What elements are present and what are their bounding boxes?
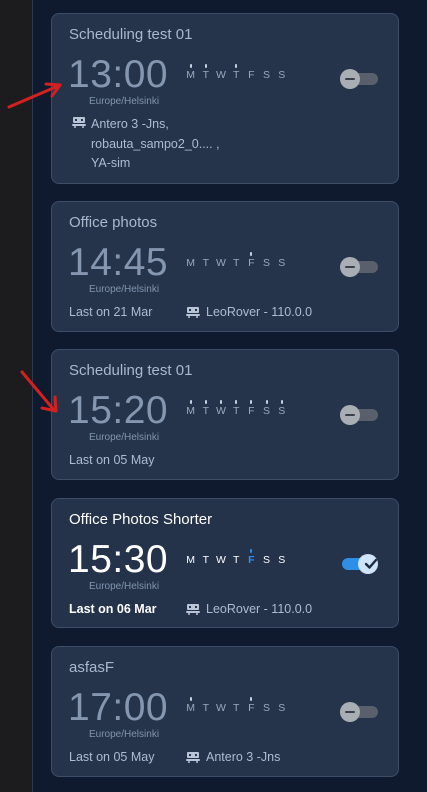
schedule-timezone: Europe/Helsinki <box>89 96 160 107</box>
robot-icon <box>186 603 200 615</box>
robot-label: LeoRover - 110.0.0 <box>186 305 312 319</box>
robot-label: Antero 3 -Jns <box>186 750 280 764</box>
weekday-selector: M T W T F S S <box>183 64 289 81</box>
schedule-title: Scheduling test 01 <box>69 26 193 43</box>
robot-icon <box>186 306 200 318</box>
day-mon[interactable]: M <box>183 697 198 714</box>
robot-name: Antero 3 -Jns, <box>91 117 169 131</box>
robot-name: Antero 3 -Jns <box>206 750 281 764</box>
schedule-card[interactable]: Scheduling test 01 15:20 Europe/Helsinki… <box>51 349 399 480</box>
schedule-time: 15:30 <box>68 538 169 581</box>
day-sat[interactable]: S <box>259 69 274 81</box>
day-sat[interactable]: S <box>259 257 274 269</box>
day-tue[interactable]: T <box>198 64 213 81</box>
day-sun[interactable]: S <box>274 400 289 417</box>
day-fri[interactable]: F <box>244 549 259 566</box>
day-sat[interactable]: S <box>259 554 274 566</box>
day-tue[interactable]: T <box>198 400 213 417</box>
schedule-time: 15:20 <box>68 389 169 432</box>
schedule-title: Office photos <box>69 214 158 231</box>
day-mon[interactable]: M <box>183 400 198 417</box>
schedule-time: 13:00 <box>68 53 169 96</box>
robot-name: LeoRover - 110.0.0 <box>206 305 313 319</box>
schedule-timezone: Europe/Helsinki <box>89 581 160 592</box>
schedule-enable-toggle[interactable] <box>340 405 380 425</box>
robot-label: LeoRover - 110.0.0 <box>186 602 312 616</box>
day-tue[interactable]: T <box>198 702 213 714</box>
weekday-selector: M T W T F S S <box>183 549 289 566</box>
day-sun[interactable]: S <box>274 69 289 81</box>
day-sat[interactable]: S <box>259 702 274 714</box>
schedule-card[interactable]: Office photos 14:45 Europe/Helsinki M T … <box>51 201 399 332</box>
schedule-enable-toggle[interactable] <box>340 257 380 277</box>
last-run-text: Last on 21 Mar <box>69 305 153 319</box>
day-mon[interactable]: M <box>183 64 198 81</box>
schedule-card[interactable]: Scheduling test 01 13:00 Europe/Helsinki… <box>51 13 399 184</box>
last-run-text: Last on 05 May <box>69 750 155 764</box>
robot-icon <box>186 751 200 763</box>
schedule-timezone: Europe/Helsinki <box>89 432 160 443</box>
day-wed[interactable]: W <box>213 702 228 714</box>
schedule-list: Scheduling test 01 13:00 Europe/Helsinki… <box>33 0 427 792</box>
day-thu[interactable]: T <box>229 400 244 417</box>
schedule-enable-toggle[interactable] <box>340 69 380 89</box>
annotation-arrow-icon <box>7 82 62 109</box>
last-run-text: Last on 06 Mar <box>69 602 157 616</box>
day-tue[interactable]: T <box>198 257 213 269</box>
schedule-enable-toggle[interactable] <box>340 702 380 722</box>
day-mon[interactable]: M <box>183 257 198 269</box>
day-fri[interactable]: F <box>244 697 259 714</box>
robot-name: YA-sim <box>91 156 131 170</box>
day-sat[interactable]: S <box>259 400 274 417</box>
robot-name: robauta_sampo2_0.... , <box>91 136 220 151</box>
day-wed[interactable]: W <box>213 257 228 269</box>
weekday-selector: M T W T F S S <box>183 400 289 417</box>
schedule-title: Scheduling test 01 <box>69 362 193 379</box>
day-sun[interactable]: S <box>274 257 289 269</box>
schedule-card[interactable]: Office Photos Shorter 15:30 Europe/Helsi… <box>51 498 399 628</box>
day-fri[interactable]: F <box>244 252 259 269</box>
schedule-time: 14:45 <box>68 241 169 284</box>
robot-name: LeoRover - 110.0.0 <box>206 602 313 616</box>
day-mon[interactable]: M <box>183 554 198 566</box>
day-tue[interactable]: T <box>198 554 213 566</box>
schedule-time: 17:00 <box>68 686 169 729</box>
annotation-arrow-icon <box>20 370 58 413</box>
day-sun[interactable]: S <box>274 702 289 714</box>
day-sun[interactable]: S <box>274 554 289 566</box>
day-wed[interactable]: W <box>213 554 228 566</box>
last-run-text: Last on 05 May <box>69 453 155 467</box>
day-fri[interactable]: F <box>244 400 259 417</box>
day-thu[interactable]: T <box>229 64 244 81</box>
day-thu[interactable]: T <box>229 257 244 269</box>
schedule-title: asfasF <box>69 659 115 676</box>
checkmark-icon <box>364 558 378 569</box>
day-thu[interactable]: T <box>229 702 244 714</box>
day-thu[interactable]: T <box>229 554 244 566</box>
day-wed[interactable]: W <box>213 400 228 417</box>
weekday-selector: M T W T F S S <box>183 697 289 714</box>
schedule-enable-toggle[interactable] <box>340 554 380 574</box>
day-fri[interactable]: F <box>244 69 259 81</box>
schedule-card[interactable]: asfasF 17:00 Europe/Helsinki M T W T F S… <box>51 646 399 777</box>
day-wed[interactable]: W <box>213 69 228 81</box>
schedule-timezone: Europe/Helsinki <box>89 284 160 295</box>
schedule-title: Office Photos Shorter <box>69 511 213 528</box>
robot-list: Antero 3 -Jns, robauta_sampo2_0.... , YA… <box>72 115 220 174</box>
schedule-timezone: Europe/Helsinki <box>89 729 160 740</box>
weekday-selector: M T W T F S S <box>183 252 289 269</box>
robot-icon <box>72 117 86 128</box>
